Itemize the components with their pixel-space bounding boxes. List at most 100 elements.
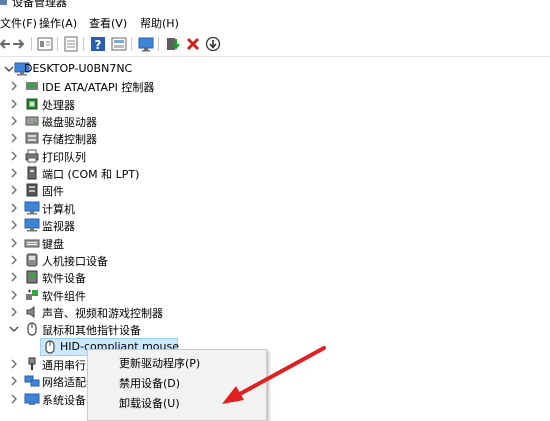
chevron-right-icon[interactable] — [9, 202, 19, 214]
processor-icon — [24, 96, 40, 112]
firmware-icon — [24, 182, 40, 198]
tree-category[interactable]: 系统设备 — [0, 390, 550, 408]
title-bar: 设备管理器 — [0, 0, 550, 10]
menu-action[interactable]: 操作(A) — [36, 14, 80, 32]
chevron-right-icon[interactable] — [9, 254, 19, 266]
tree-item-label: 软件设备 — [42, 272, 86, 286]
menu-view[interactable]: 查看(V) — [86, 14, 130, 32]
ctx-disable-device[interactable]: 禁用设备(D) — [119, 375, 180, 391]
tree-category[interactable]: 打印队列 — [0, 147, 550, 165]
tree-item-label: 打印队列 — [42, 150, 86, 164]
forward-arrow-icon[interactable] — [10, 35, 28, 53]
chevron-right-icon[interactable] — [9, 167, 19, 179]
tree-category[interactable]: 监视器 — [0, 216, 550, 234]
help-icon[interactable]: ? — [89, 35, 107, 53]
update-driver-icon[interactable] — [164, 35, 182, 53]
chevron-down-icon[interactable] — [4, 63, 14, 75]
sound-icon — [24, 304, 40, 320]
tree-category[interactable]: 鼠标和其他指针设备 — [0, 320, 550, 338]
tree-category[interactable]: 计算机 — [0, 199, 550, 217]
chevron-right-icon[interactable] — [9, 98, 19, 110]
properties-icon[interactable] — [62, 35, 80, 53]
uninstall-x-icon[interactable] — [184, 35, 202, 53]
keyboard-icon — [24, 235, 40, 251]
device-tree: DESKTOP-U0BN7NC IDE ATA/ATAPI 控制器 处理器磁盘驱动… — [0, 58, 550, 414]
menu-file[interactable]: 文件(F) — [0, 14, 40, 32]
chevron-right-icon[interactable] — [9, 358, 19, 370]
chevron-right-icon[interactable] — [9, 150, 19, 162]
network-icon — [24, 373, 40, 389]
chevron-right-icon[interactable] — [9, 393, 19, 405]
tree-item-label: 键盘 — [42, 237, 64, 251]
port-icon — [24, 165, 40, 181]
window-title: 设备管理器 — [12, 0, 67, 9]
chevron-right-icon[interactable] — [9, 184, 19, 196]
tree-category[interactable]: IDE ATA/ATAPI 控制器 — [0, 77, 550, 95]
device-list-icon[interactable] — [36, 35, 54, 53]
tree-root-label: DESKTOP-U0BN7NC — [24, 62, 133, 75]
tree-category[interactable]: 磁盘驱动器 — [0, 112, 550, 130]
usb-icon — [24, 356, 40, 372]
toolbar-divider — [0, 56, 550, 57]
tree-item-label: 存储控制器 — [42, 133, 97, 147]
tree-category[interactable]: 固件 — [0, 181, 550, 199]
tree-item-label: 软件组件 — [42, 289, 86, 303]
tree-category[interactable]: 处理器 — [0, 95, 550, 113]
tree-item-label: 磁盘驱动器 — [42, 116, 97, 130]
tree-category[interactable]: 声音、视频和游戏控制器 — [0, 303, 550, 321]
tree-item-label: 声音、视频和游戏控制器 — [42, 306, 163, 320]
tree-category[interactable]: 网络适配器 — [0, 372, 550, 390]
tree-category[interactable]: 端口 (COM 和 LPT) — [0, 164, 550, 182]
chevron-right-icon[interactable] — [9, 237, 19, 249]
chevron-right-icon[interactable] — [9, 115, 19, 127]
monitor-icon — [24, 217, 40, 233]
tree-category[interactable]: 存储控制器 — [0, 129, 550, 147]
chevron-right-icon[interactable] — [9, 306, 19, 318]
device-manager-icon — [0, 0, 8, 6]
view-icon[interactable] — [110, 35, 128, 53]
printer-icon — [24, 148, 40, 164]
storage-controller-icon — [24, 130, 40, 146]
chevron-down-icon[interactable] — [9, 323, 19, 335]
context-menu: 更新驱动程序(P) 禁用设备(D) 卸载设备(U) — [87, 349, 267, 421]
svg-text:?: ? — [95, 38, 102, 52]
tree-child-item[interactable]: HID-compliant mouse — [0, 337, 550, 356]
hid-icon — [24, 252, 40, 268]
chevron-right-icon[interactable] — [9, 80, 19, 92]
monitor-icon[interactable] — [137, 35, 155, 53]
mouse-icon — [24, 321, 40, 337]
tree-item-label: 监视器 — [42, 220, 75, 234]
toolbar: ? — [0, 33, 550, 55]
tree-item-label: IDE ATA/ATAPI 控制器 — [42, 81, 155, 95]
mouse-icon — [42, 339, 58, 355]
tree-item-label: 处理器 — [42, 98, 75, 112]
tree-category[interactable]: 软件组件 — [0, 286, 550, 304]
menu-bar: 文件(F) 操作(A) 查看(V) 帮助(H) — [0, 12, 550, 32]
ctx-update-driver[interactable]: 更新驱动程序(P) — [119, 355, 200, 371]
menu-help[interactable]: 帮助(H) — [137, 14, 182, 32]
tree-item-label: 系统设备 — [42, 393, 86, 407]
ctx-uninstall-device[interactable]: 卸载设备(U) — [119, 395, 180, 411]
chevron-right-icon[interactable] — [9, 375, 19, 387]
tree-item-label: 人机接口设备 — [42, 254, 108, 268]
tree-category[interactable]: 人机接口设备 — [0, 251, 550, 269]
tree-category[interactable]: 通用串行总 — [0, 355, 550, 373]
chevron-right-icon[interactable] — [9, 289, 19, 301]
scan-down-icon[interactable] — [204, 35, 222, 53]
software-component-icon — [24, 287, 40, 303]
disk-drive-icon — [24, 113, 40, 129]
tree-item-label: 固件 — [42, 185, 64, 199]
chevron-right-icon[interactable] — [9, 219, 19, 231]
tree-item-label: 计算机 — [42, 202, 75, 216]
chevron-right-icon[interactable] — [9, 132, 19, 144]
software-device-icon — [24, 269, 40, 285]
tree-item-label: 端口 (COM 和 LPT) — [42, 168, 140, 182]
tree-category[interactable]: 软件设备 — [0, 268, 550, 286]
tree-category[interactable]: 键盘 — [0, 234, 550, 252]
tree-item-label: 鼠标和其他指针设备 — [42, 324, 141, 338]
system-device-icon — [24, 391, 40, 407]
computer-icon — [24, 200, 40, 216]
ide-controller-icon — [24, 78, 40, 94]
chevron-right-icon[interactable] — [9, 271, 19, 283]
tree-root[interactable]: DESKTOP-U0BN7NC — [0, 60, 550, 78]
